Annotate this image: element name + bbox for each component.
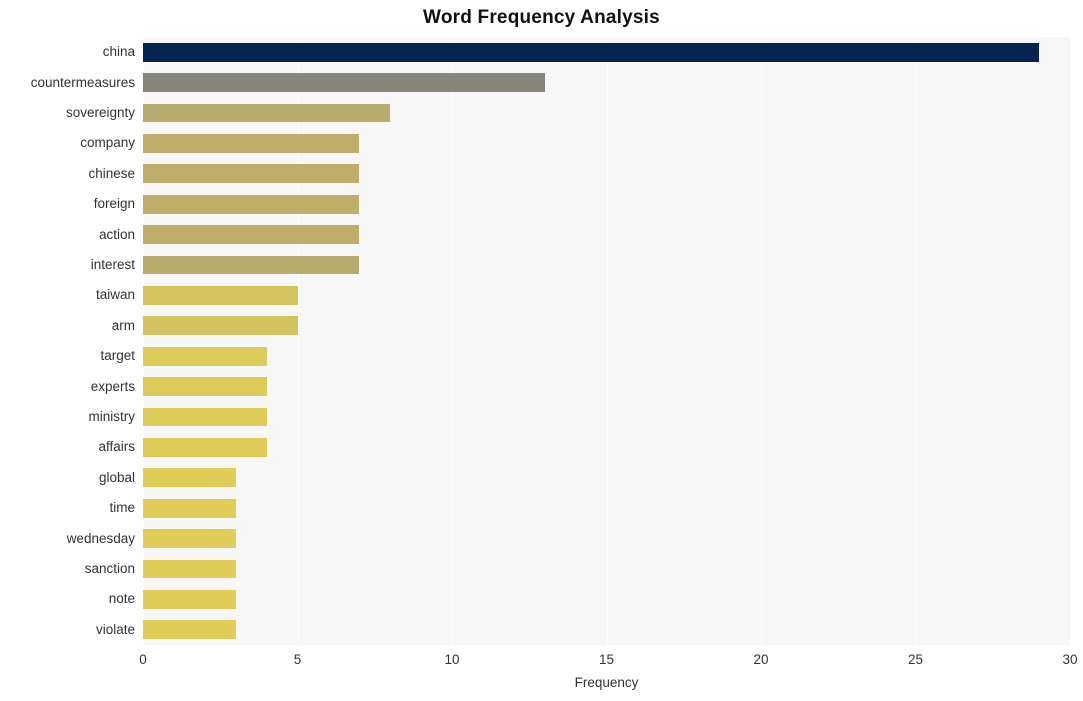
y-tick-label-experts: experts — [90, 378, 135, 394]
chart-title: Word Frequency Analysis — [423, 7, 660, 28]
x-tick-label: 10 — [444, 652, 460, 667]
x-tick-label: 20 — [753, 652, 769, 667]
bar-row — [143, 407, 1070, 427]
bar-row — [143, 285, 1070, 305]
y-tick-label-company: company — [80, 135, 135, 151]
y-tick-label-chinese: chinese — [88, 165, 135, 181]
bar-row — [143, 498, 1070, 518]
y-tick-label-time: time — [109, 500, 135, 516]
bar-interest[interactable] — [143, 255, 360, 275]
y-tick-label-taiwan: taiwan — [95, 287, 135, 303]
bar-note[interactable] — [143, 589, 236, 609]
x-tick-label: 5 — [293, 652, 302, 667]
y-tick-label-sanction: sanction — [84, 561, 135, 576]
y-tick-label-countermeasures: countermeasures — [30, 74, 135, 90]
bar-row — [143, 225, 1070, 245]
bars-container — [143, 37, 1070, 645]
bar-action[interactable] — [143, 225, 360, 245]
bar-row — [143, 194, 1070, 214]
bar-company[interactable] — [143, 133, 360, 153]
x-axis-ticks: 0 5 10 15 20 25 30 — [0, 652, 1083, 674]
bar-row — [143, 346, 1070, 366]
bar-taiwan[interactable] — [143, 285, 298, 305]
bar-wednesday[interactable] — [143, 529, 236, 549]
x-tick-label: 25 — [907, 652, 924, 667]
y-tick-label-note: note — [108, 591, 135, 607]
y-tick-label-sovereignty: sovereignty — [65, 105, 135, 120]
bar-arm[interactable] — [143, 316, 298, 336]
bar-row — [143, 255, 1070, 275]
y-tick-label-wednesday: wednesday — [66, 530, 135, 546]
bar-row — [143, 529, 1070, 549]
x-axis-title: Frequency — [574, 675, 639, 690]
bar-row — [143, 468, 1070, 488]
y-axis-labels: china countermeasures sovereignty company ch… — [0, 37, 135, 645]
y-tick-label-violate: violate — [95, 621, 135, 637]
bar-countermeasures[interactable] — [143, 73, 545, 93]
bar-row — [143, 73, 1070, 93]
x-tick-label: 15 — [598, 652, 615, 667]
bar-sanction[interactable] — [143, 559, 236, 579]
y-tick-label-global: global — [98, 469, 135, 485]
bar-affairs[interactable] — [143, 437, 267, 457]
plot-area — [143, 37, 1070, 645]
y-tick-label-arm: arm — [111, 317, 135, 333]
y-tick-label-target: target — [100, 348, 135, 364]
bar-row — [143, 42, 1070, 62]
bar-row — [143, 620, 1070, 640]
bar-row — [143, 164, 1070, 184]
y-tick-label-interest: interest — [90, 257, 135, 272]
bar-foreign[interactable] — [143, 194, 360, 214]
y-tick-label-affairs: affairs — [98, 439, 135, 455]
bar-experts[interactable] — [143, 377, 267, 397]
y-tick-label-foreign: foreign — [93, 196, 135, 212]
bar-time[interactable] — [143, 498, 236, 518]
bar-china[interactable] — [143, 42, 1040, 62]
bar-violate[interactable] — [143, 620, 236, 640]
bar-target[interactable] — [143, 346, 267, 366]
bar-row — [143, 437, 1070, 457]
y-tick-label-ministry: ministry — [88, 409, 136, 424]
y-tick-label-china: china — [102, 44, 135, 60]
bar-ministry[interactable] — [143, 407, 267, 427]
bar-row — [143, 316, 1070, 336]
bar-chinese[interactable] — [143, 164, 360, 184]
bar-row — [143, 589, 1070, 609]
x-tick-label: 0 — [139, 652, 147, 667]
bar-row — [143, 559, 1070, 579]
x-tick-label: 30 — [1062, 652, 1078, 667]
bar-sovereignty[interactable] — [143, 103, 391, 123]
y-tick-label-action: action — [98, 226, 135, 242]
bar-row — [143, 377, 1070, 397]
word-frequency-chart: Word Frequency Analysis china countermeas… — [0, 0, 1083, 701]
bar-row — [143, 103, 1070, 123]
bar-global[interactable] — [143, 468, 236, 488]
bar-row — [143, 133, 1070, 153]
